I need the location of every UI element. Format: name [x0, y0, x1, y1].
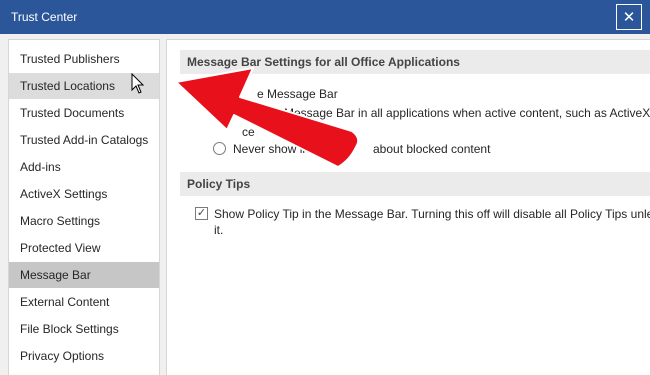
sidebar-item-protected-view[interactable]: Protected View [9, 235, 159, 261]
show-message-bar-description: Message Bar in all applications when act… [284, 106, 650, 120]
sidebar-item-add-ins[interactable]: Add-ins [9, 154, 159, 180]
mouse-cursor-icon [131, 73, 145, 94]
title-bar: Trust Center ✕ [0, 0, 650, 34]
sidebar-item-message-bar[interactable]: Message Bar [9, 262, 159, 288]
sidebar-item-trusted-documents[interactable]: Trusted Documents [9, 100, 159, 126]
policy-tips-section-header: Policy Tips [180, 172, 650, 196]
show-policy-tip-label-continued: it. [214, 223, 224, 237]
message-bar-section-header: Message Bar Settings for all Office Appl… [180, 50, 650, 74]
show-message-bar-option-label: e Message Bar [257, 87, 338, 101]
sidebar-item-macro-settings[interactable]: Macro Settings [9, 208, 159, 234]
checkmark-icon: ✓ [196, 207, 207, 219]
sidebar-item-activex-settings[interactable]: ActiveX Settings [9, 181, 159, 207]
close-button[interactable]: ✕ [616, 4, 642, 30]
sidebar-item-file-block-settings[interactable]: File Block Settings [9, 316, 159, 342]
never-show-label-end: about blocked content [373, 142, 491, 156]
show-policy-tip-checkbox[interactable]: ✓ [195, 207, 208, 220]
sidebar-item-trusted-add-in-catalogs[interactable]: Trusted Add-in Catalogs [9, 127, 159, 153]
sidebar-item-privacy-options[interactable]: Privacy Options [9, 343, 159, 369]
close-icon: ✕ [622, 8, 636, 26]
window-title: Trust Center [11, 10, 78, 24]
settings-panel: Message Bar Settings for all Office Appl… [166, 39, 650, 375]
sidebar-item-trusted-publishers[interactable]: Trusted Publishers [9, 46, 159, 72]
never-show-label-start: Never show in [233, 142, 310, 156]
dialog-body: Trusted Publishers Trusted Locations Tru… [0, 34, 650, 375]
show-policy-tip-label: Show Policy Tip in the Message Bar. Turn… [214, 207, 650, 221]
partial-option-label: ce [242, 125, 255, 139]
never-show-radio[interactable] [213, 142, 226, 155]
sidebar-item-external-content[interactable]: External Content [9, 289, 159, 315]
